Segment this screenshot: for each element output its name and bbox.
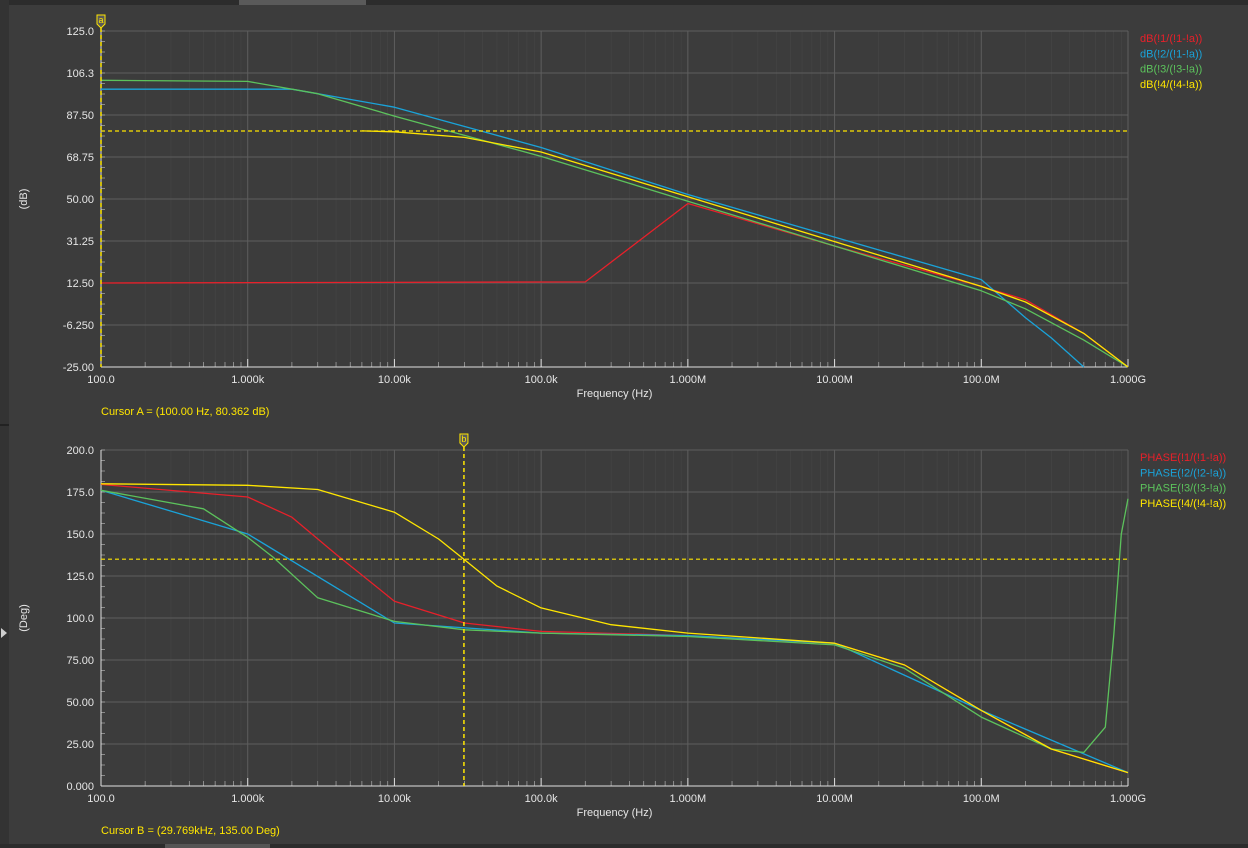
y-tick-label: 100.0 <box>66 613 94 625</box>
legend-entry: PHASE(!4/(!4-!a)) <box>1140 498 1226 510</box>
x-tick-label: 100.0M <box>963 793 1000 805</box>
cursor-marker-label: b <box>461 434 466 444</box>
legend-entry: dB(!3/(!3-!a)) <box>1140 64 1202 76</box>
x-tick-label: 1.000M <box>670 374 707 386</box>
x-tick-label: 100.0k <box>525 374 559 386</box>
x-tick-label: 1.000k <box>231 374 265 386</box>
y-tick-label: 31.25 <box>66 236 94 248</box>
y-tick-label: -6.250 <box>63 320 94 332</box>
y-tick-label: 200.0 <box>66 445 94 457</box>
series-line-3 <box>100 79 1129 368</box>
x-tick-label: 10.00M <box>816 374 853 386</box>
x-tick-label: 1.000M <box>670 793 707 805</box>
series-line-1 <box>100 202 1129 368</box>
y-tick-label: 12.50 <box>66 278 94 290</box>
bode-plot-window: 100.0 1.000k 10.00k 100.0k 1.000M 10.00M 100.0… <box>0 0 1248 848</box>
x-tick-label: 1.000k <box>231 793 265 805</box>
series-line-1 <box>100 483 1129 774</box>
x-tick-label: 1.000G <box>1110 793 1146 805</box>
y-tick-label: 50.00 <box>66 697 94 709</box>
legend-entry: dB(!4/(!4-!a)) <box>1140 79 1202 91</box>
legend-entry: dB(!2/(!1-!a)) <box>1140 48 1202 60</box>
x-axis-label: Frequency (Hz) <box>577 388 653 400</box>
x-tick-label: 10.00k <box>378 374 412 386</box>
y-tick-label: 125.0 <box>66 571 94 583</box>
x-tick-label: 100.0k <box>525 793 559 805</box>
magnitude-plot: 100.0 1.000k 10.00k 100.0k 1.000M 10.00M 100.0… <box>18 14 1202 418</box>
y-tick-label: 25.00 <box>66 739 94 751</box>
y-tick-label: 175.0 <box>66 487 94 499</box>
y-tick-label: 68.75 <box>66 152 94 164</box>
legend-entry: PHASE(!1/(!1-!a)) <box>1140 452 1226 464</box>
y-tick-label: 106.3 <box>66 68 94 80</box>
x-tick-label: 100.0M <box>963 374 1000 386</box>
cursor-marker-label: a <box>98 15 103 25</box>
x-tick-label: 100.0 <box>87 793 115 805</box>
legend-entry: PHASE(!3/(!3-!a)) <box>1140 483 1226 495</box>
series-line-4 <box>361 130 1129 368</box>
y-tick-label: 75.00 <box>66 655 94 667</box>
cursor-readout: Cursor B = (29.769kHz, 135.00 Deg) <box>101 825 280 837</box>
cursor-readout: Cursor A = (100.00 Hz, 80.362 dB) <box>101 406 269 418</box>
y-tick-label: 150.0 <box>66 529 94 541</box>
y-axis-label: (dB) <box>18 189 30 210</box>
legend-entry: dB(!1/(!1-!a)) <box>1140 33 1202 45</box>
y-tick-label: 50.00 <box>66 194 94 206</box>
y-tick-label: 125.0 <box>66 26 94 38</box>
phase-plot: 100.0 1.000k 10.00k 100.0k 1.000M 10.00M 100.0… <box>18 433 1226 837</box>
series-line-4 <box>100 483 1129 774</box>
x-axis-label: Frequency (Hz) <box>577 807 653 819</box>
series-line-2 <box>100 489 1129 774</box>
y-tick-label: 0.000 <box>66 781 94 793</box>
legend-entry: PHASE(!2/(!2-!a)) <box>1140 467 1226 479</box>
x-tick-label: 100.0 <box>87 374 115 386</box>
plot-canvas: 100.0 1.000k 10.00k 100.0k 1.000M 10.00M 100.0… <box>18 14 1226 837</box>
x-tick-label: 10.00M <box>816 793 853 805</box>
x-tick-label: 10.00k <box>378 793 412 805</box>
y-axis-label: (Deg) <box>18 604 30 632</box>
y-tick-label: -25.00 <box>63 362 94 374</box>
y-tick-label: 87.50 <box>66 110 94 122</box>
x-tick-label: 1.000G <box>1110 374 1146 386</box>
series-line-3 <box>100 489 1129 754</box>
